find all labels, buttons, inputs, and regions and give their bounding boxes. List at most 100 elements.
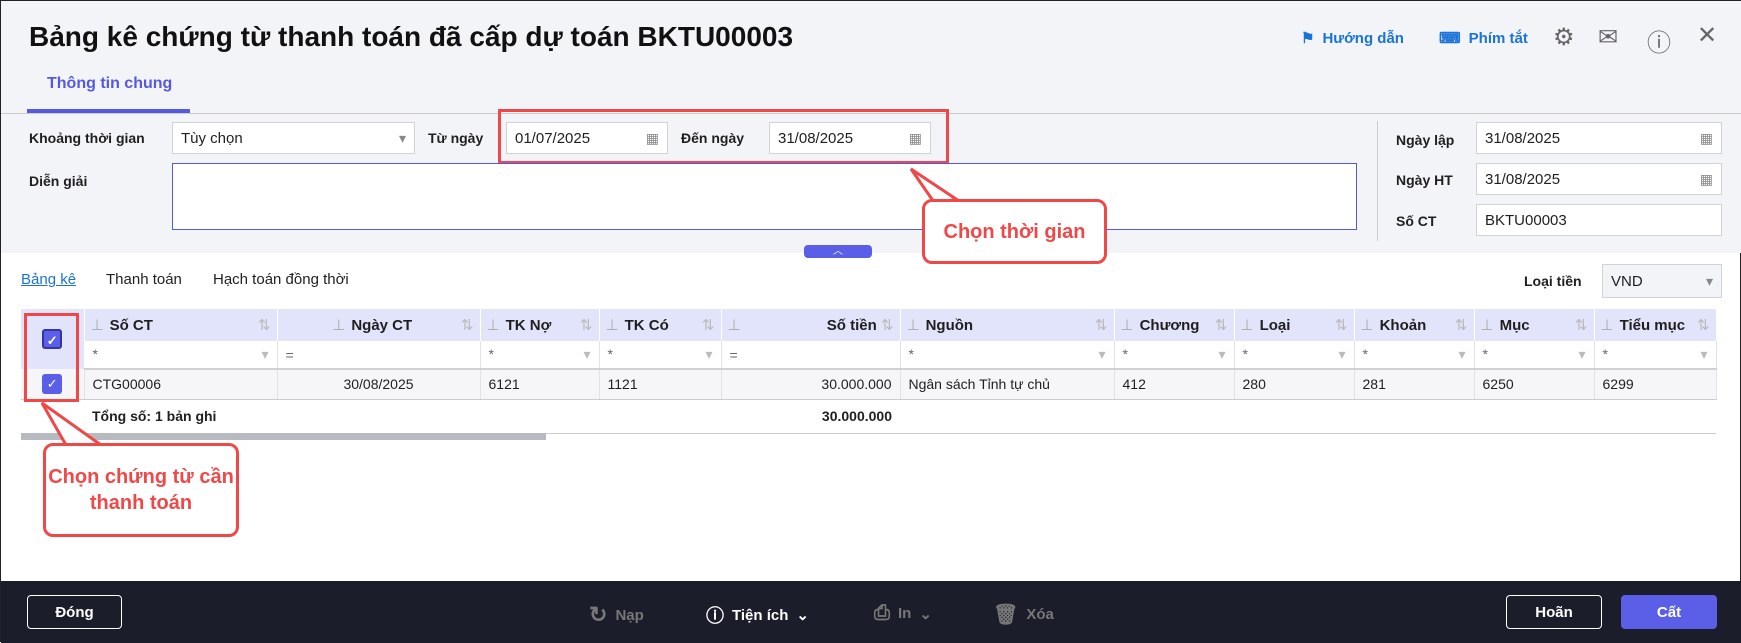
- pin-icon: ⊥: [1480, 317, 1494, 334]
- signpost-icon: ⚑: [1301, 30, 1315, 47]
- print-button[interactable]: ⎙ In ⌄: [874, 602, 932, 625]
- desc-textarea[interactable]: [172, 163, 1357, 230]
- pin-icon: ⊥: [90, 317, 104, 334]
- chevron-down-icon: ⌄: [796, 607, 809, 624]
- sort-icon: ⇅: [1214, 317, 1228, 334]
- reload-button[interactable]: ↻ Nạp: [589, 602, 644, 628]
- chevron-up-icon: ︿: [833, 246, 843, 257]
- period-label: Khoảng thời gian: [29, 130, 145, 146]
- help-icon[interactable]: ⓘ: [1647, 23, 1671, 58]
- cell-subsection: 6299: [1594, 369, 1717, 400]
- chevron-down-icon: ▾: [1098, 346, 1106, 362]
- column-header[interactable]: ⊥ Số CT ⇅: [84, 309, 278, 341]
- column-header[interactable]: ⊥ Ngày CT ⇅: [277, 309, 481, 341]
- docno-input[interactable]: BKTU00003: [1476, 204, 1722, 236]
- sort-icon: ⇅: [1454, 317, 1468, 334]
- guide-link[interactable]: ⚑ Hướng dẫn: [1301, 29, 1404, 48]
- column-header[interactable]: ⊥ Nguồn ⇅: [900, 309, 1115, 341]
- filter-cell[interactable]: * ▾: [1354, 341, 1475, 370]
- cell-doc-no: CTG00006: [84, 369, 278, 400]
- subtab-payment[interactable]: Thanh toán: [106, 271, 182, 288]
- column-header[interactable]: ⊥ Số tiền ⇅: [721, 309, 901, 341]
- created-label: Ngày lập: [1396, 132, 1455, 148]
- cell-debit: 6121: [480, 369, 600, 400]
- info-icon: ⓘ: [706, 606, 724, 626]
- close-button[interactable]: Đóng: [27, 595, 122, 629]
- sort-icon: ⇅: [1574, 317, 1588, 334]
- page-title: Bảng kê chứng từ thanh toán đã cấp dự to…: [29, 21, 794, 52]
- sort-icon: ⇅: [1334, 317, 1348, 334]
- callout-tail: [40, 401, 106, 447]
- sort-icon: ⇅: [257, 317, 271, 334]
- data-grid: ✓ ⊥ Số CT ⇅ ⊥ Ngày CT ⇅ ⊥ TK Nợ ⇅ ⊥ TK Có ⇅ ⊥ Số …: [21, 309, 1717, 434]
- filter-cell[interactable]: * ▾: [1114, 341, 1235, 370]
- posted-label: Ngày HT: [1396, 172, 1453, 188]
- pin-icon: ⊥: [1360, 317, 1374, 334]
- filter-cell[interactable]: =: [721, 341, 901, 370]
- period-select[interactable]: Tùy chọn ▾: [172, 122, 415, 154]
- close-icon[interactable]: ✕: [1697, 21, 1717, 50]
- sort-icon: ⇅: [1696, 317, 1710, 334]
- filter-cell[interactable]: * ▾: [599, 341, 722, 370]
- subtab-accounting[interactable]: Hạch toán đồng thời: [213, 271, 349, 288]
- subtab-list[interactable]: Bảng kê: [21, 271, 76, 288]
- column-header[interactable]: ⊥ Tiểu mục ⇅: [1594, 309, 1717, 341]
- cell-chapter: 412: [1114, 369, 1235, 400]
- chevron-down-icon: ▾: [1700, 346, 1708, 362]
- chevron-down-icon: ▾: [1705, 272, 1713, 289]
- callout-choose-document: Chọn chứng từ cần thanh toán: [43, 443, 239, 537]
- posted-date-input[interactable]: 31/08/2025 ▦: [1476, 163, 1722, 195]
- column-header[interactable]: ⊥ Loại ⇅: [1234, 309, 1355, 341]
- mail-icon[interactable]: ✉: [1598, 23, 1618, 52]
- column-header[interactable]: ⊥ Mục ⇅: [1474, 309, 1595, 341]
- postpone-button[interactable]: Hoãn: [1506, 595, 1602, 629]
- delete-button[interactable]: 🗑 Xóa: [993, 602, 1054, 627]
- cell-type: 280: [1234, 369, 1355, 400]
- from-label: Từ ngày: [428, 130, 484, 146]
- currency-label: Loại tiền: [1524, 273, 1582, 289]
- chevron-down-icon: ▾: [261, 346, 269, 362]
- tab-general[interactable]: Thông tin chung: [47, 75, 172, 93]
- highlight-date-range: [498, 109, 949, 164]
- utilities-button[interactable]: ⓘ Tiện ích ⌄: [706, 602, 809, 628]
- filter-cell[interactable]: * ▾: [1474, 341, 1595, 370]
- pin-icon: ⊥: [332, 317, 346, 334]
- filter-cell[interactable]: * ▾: [1234, 341, 1355, 370]
- pin-icon: ⊥: [605, 317, 619, 334]
- column-header[interactable]: ⊥ Khoản ⇅: [1354, 309, 1475, 341]
- chevron-down-icon: ▾: [398, 129, 406, 146]
- filter-cell[interactable]: * ▾: [1594, 341, 1717, 370]
- collapse-button[interactable]: ︿: [804, 245, 872, 258]
- filter-cell[interactable]: =: [277, 341, 481, 370]
- cell-amount: 30.000.000: [721, 369, 901, 400]
- total-amount: 30.000.000: [721, 399, 900, 434]
- sort-icon: ⇅: [579, 317, 593, 334]
- column-header[interactable]: ⊥ Chương ⇅: [1114, 309, 1235, 341]
- chevron-down-icon: ▾: [1218, 346, 1226, 362]
- cell-date: 30/08/2025: [277, 369, 481, 400]
- table-row[interactable]: ✓ CTG00006 30/08/2025 6121 1121 30.000.0…: [21, 369, 1717, 400]
- gear-icon[interactable]: ⚙: [1553, 23, 1575, 52]
- highlight-checkbox: [24, 313, 79, 402]
- total-label: Tổng số: 1 bản ghi: [84, 399, 721, 434]
- filter-cell[interactable]: * ▾: [480, 341, 600, 370]
- callout-choose-time: Chọn thời gian: [922, 199, 1107, 264]
- cell-source: Ngân sách Tỉnh tự chủ: [900, 369, 1115, 400]
- column-header[interactable]: ⊥ TK Nợ ⇅: [480, 309, 600, 341]
- column-header[interactable]: ⊥ TK Có ⇅: [599, 309, 722, 341]
- save-button[interactable]: Cất: [1621, 595, 1717, 629]
- shortcuts-link[interactable]: ⌨ Phím tắt: [1439, 29, 1528, 48]
- chevron-down-icon: ▾: [583, 346, 591, 362]
- cell-credit: 1121: [599, 369, 722, 400]
- created-date-input[interactable]: 31/08/2025 ▦: [1476, 122, 1722, 154]
- filter-cell[interactable]: * ▾: [900, 341, 1115, 370]
- chevron-down-icon: ⌄: [919, 605, 932, 623]
- currency-select[interactable]: VND ▾: [1602, 264, 1722, 298]
- sort-icon: ⇅: [880, 317, 894, 334]
- cell-item: 281: [1354, 369, 1475, 400]
- chevron-down-icon: ▾: [1338, 346, 1346, 362]
- divider: [1377, 121, 1378, 241]
- filter-cell[interactable]: * ▾: [84, 341, 278, 370]
- pin-icon: ⊥: [727, 317, 741, 334]
- pin-icon: ⊥: [1120, 317, 1134, 334]
